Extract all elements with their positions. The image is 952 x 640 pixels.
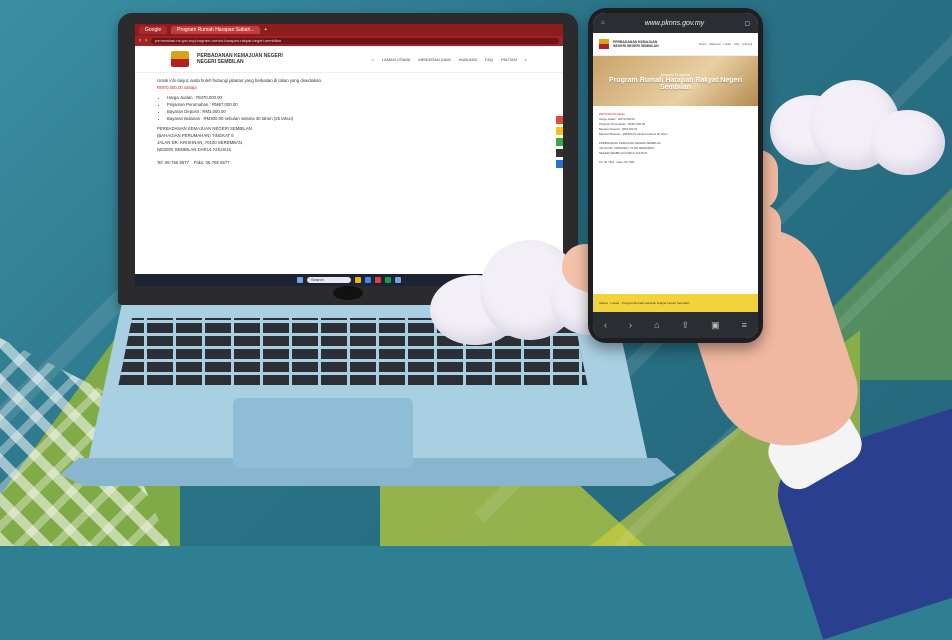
social-sidebar (556, 116, 563, 168)
touchpad (233, 398, 413, 468)
address-line: (BAHAGIAN PERUMAHAN) TINGKAT 6 (157, 133, 234, 138)
social-icon[interactable] (556, 138, 563, 146)
social-icon[interactable] (556, 149, 563, 157)
app-icon[interactable] (395, 277, 401, 283)
nav-item[interactable]: Maklumat (709, 43, 720, 46)
nav-item[interactable]: LAMAN UTAMA (382, 57, 411, 62)
forward-icon[interactable]: › (629, 320, 632, 330)
webcam (333, 286, 363, 300)
back-icon[interactable]: ‹ (139, 38, 141, 44)
phone-banner: Inisiatif Program Program Rumah Harapan … (593, 56, 758, 106)
site-title: PERBADANAN KEMAJUAN NEGERI NEGERI SEMBIL… (197, 53, 283, 65)
contact-line: Tel: 06-766 5577 Faks: 06-766 5577 (157, 159, 541, 166)
browser-tab[interactable]: Google (139, 26, 168, 34)
cloud (870, 110, 945, 175)
list-item: Bayaran Bulanan : RM300.00 sebulan selam… (167, 115, 541, 122)
menu-icon[interactable]: ≡ (742, 320, 747, 330)
nav-item[interactable]: Utama (699, 43, 707, 46)
site-title-line2: NEGERI SEMBILAN (197, 59, 244, 65)
taskbar-search[interactable]: Search (307, 277, 351, 283)
address-line: NEGERI SEMBILAN DARUL KHUSUS (599, 151, 648, 155)
site-logo (171, 51, 189, 67)
site-nav: ⌂ LAMAN UTAMA MENGENAI KAMI HUBUNGI FAQ … (371, 57, 527, 62)
nav-item[interactable]: FAQ (734, 43, 739, 46)
back-icon[interactable]: ‹ (604, 320, 607, 330)
phone-page-content: RM70,000.00 sahaja Harga Jualan : RM70,0… (593, 106, 758, 171)
browser-tab-active[interactable]: Program Rumah Harapan Sabah... (171, 26, 261, 34)
price-list: Harga Jualan : RM70,000.00 Pinjaman Peru… (167, 94, 541, 122)
address-line: NEGERI SEMBILAN DARUL KHUSUS (157, 147, 232, 152)
home-icon[interactable]: ⌂ (601, 20, 605, 26)
list-item: Bayaran Bulanan : RM300.00 sebulan selam… (599, 132, 668, 136)
site-title: PERBADANAN KEMAJUAN NEGERI NEGERI SEMBIL… (613, 40, 659, 48)
phone-screen: ⌂ www.pknns.gov.my ▢ PERBADANAN KEMAJUAN… (593, 13, 758, 338)
nav-item[interactable]: PAUTAN (501, 57, 517, 62)
nav-item[interactable]: Hubungi (742, 43, 752, 46)
price-highlight: RM70,000.00 sahaja (157, 85, 197, 90)
social-icon[interactable] (556, 127, 563, 135)
nav-item[interactable]: MENGENAI KAMI (418, 57, 450, 62)
app-icon[interactable] (375, 277, 381, 283)
home-icon[interactable]: ⌂ (371, 57, 373, 62)
start-icon[interactable] (297, 277, 303, 283)
list-item: Bayaran Deposit : RM3,000.00 (167, 108, 541, 115)
forward-icon[interactable]: › (145, 38, 147, 44)
fax-text: Faks: 06-766 5577 (193, 160, 230, 165)
address-bar[interactable]: perumahan.ns.gov.my/program-rumah-harapa… (151, 38, 559, 44)
tel-text: Tel: 06-766 5577 (157, 160, 190, 165)
contact-line: Tel: 06-7611 · Faks: 06-7661 (599, 160, 635, 164)
new-tab-button[interactable]: + (264, 27, 267, 33)
site-logo (599, 39, 609, 49)
phone-address-bar[interactable]: www.pknns.gov.my (645, 20, 704, 27)
site-header: PERBADANAN KEMAJUAN NEGERI NEGERI SEMBIL… (135, 46, 563, 73)
share-icon[interactable]: ⇪ (682, 320, 690, 331)
laptop-screen: Google Program Rumah Harapan Sabah... + … (135, 24, 563, 286)
list-item: Harga Jualan : RM70,000.00 (167, 94, 541, 101)
nav-item[interactable]: FAQ (485, 57, 493, 62)
tabs-icon[interactable]: ▢ (744, 20, 750, 27)
phone-site-nav: Utama Maklumat Lokasi FAQ Hubungi (699, 43, 752, 46)
app-icon[interactable] (365, 277, 371, 283)
address-line: JALAN DR. KRISHNAN, 70100 SEREMBAN, (157, 140, 244, 145)
phone-footer-bar[interactable]: Utama · Lokasi · Program Rumah Harapan R… (593, 294, 758, 312)
search-icon[interactable]: ⌕ (525, 57, 527, 62)
browser-toolbar: ‹ › perumahan.ns.gov.my/program-rumah-ha… (135, 36, 563, 46)
tabs-icon[interactable]: ▣ (711, 320, 720, 331)
paragraph: Untuk info lanjut, anda boleh hubungi ja… (157, 78, 323, 83)
app-icon[interactable] (385, 277, 391, 283)
social-icon[interactable] (556, 116, 563, 124)
social-icon[interactable] (556, 160, 563, 168)
app-icon[interactable] (355, 277, 361, 283)
nav-item[interactable]: Lokasi (724, 43, 732, 46)
nav-item[interactable]: HUBUNGI (459, 57, 477, 62)
phone-browser-bar: ⌂ www.pknns.gov.my ▢ (593, 13, 758, 33)
home-icon[interactable]: ⌂ (654, 320, 659, 330)
address-line: PERBADANAN KEMAJUAN NEGERI SEMBILAN (157, 126, 252, 131)
banner-title: Program Rumah Harapan Rakyat Negeri Semb… (608, 76, 743, 91)
phone-nav-bar: ‹ › ⌂ ⇪ ▣ ≡ (593, 312, 758, 338)
browser-tabbar: Google Program Rumah Harapan Sabah... + (135, 24, 563, 36)
phone-site-header: PERBADANAN KEMAJUAN NEGERI NEGERI SEMBIL… (593, 33, 758, 56)
list-item: Pinjaman Perumahan : RM67,000.00 (167, 101, 541, 108)
page-content: Untuk info lanjut, anda boleh hubungi ja… (135, 73, 563, 170)
